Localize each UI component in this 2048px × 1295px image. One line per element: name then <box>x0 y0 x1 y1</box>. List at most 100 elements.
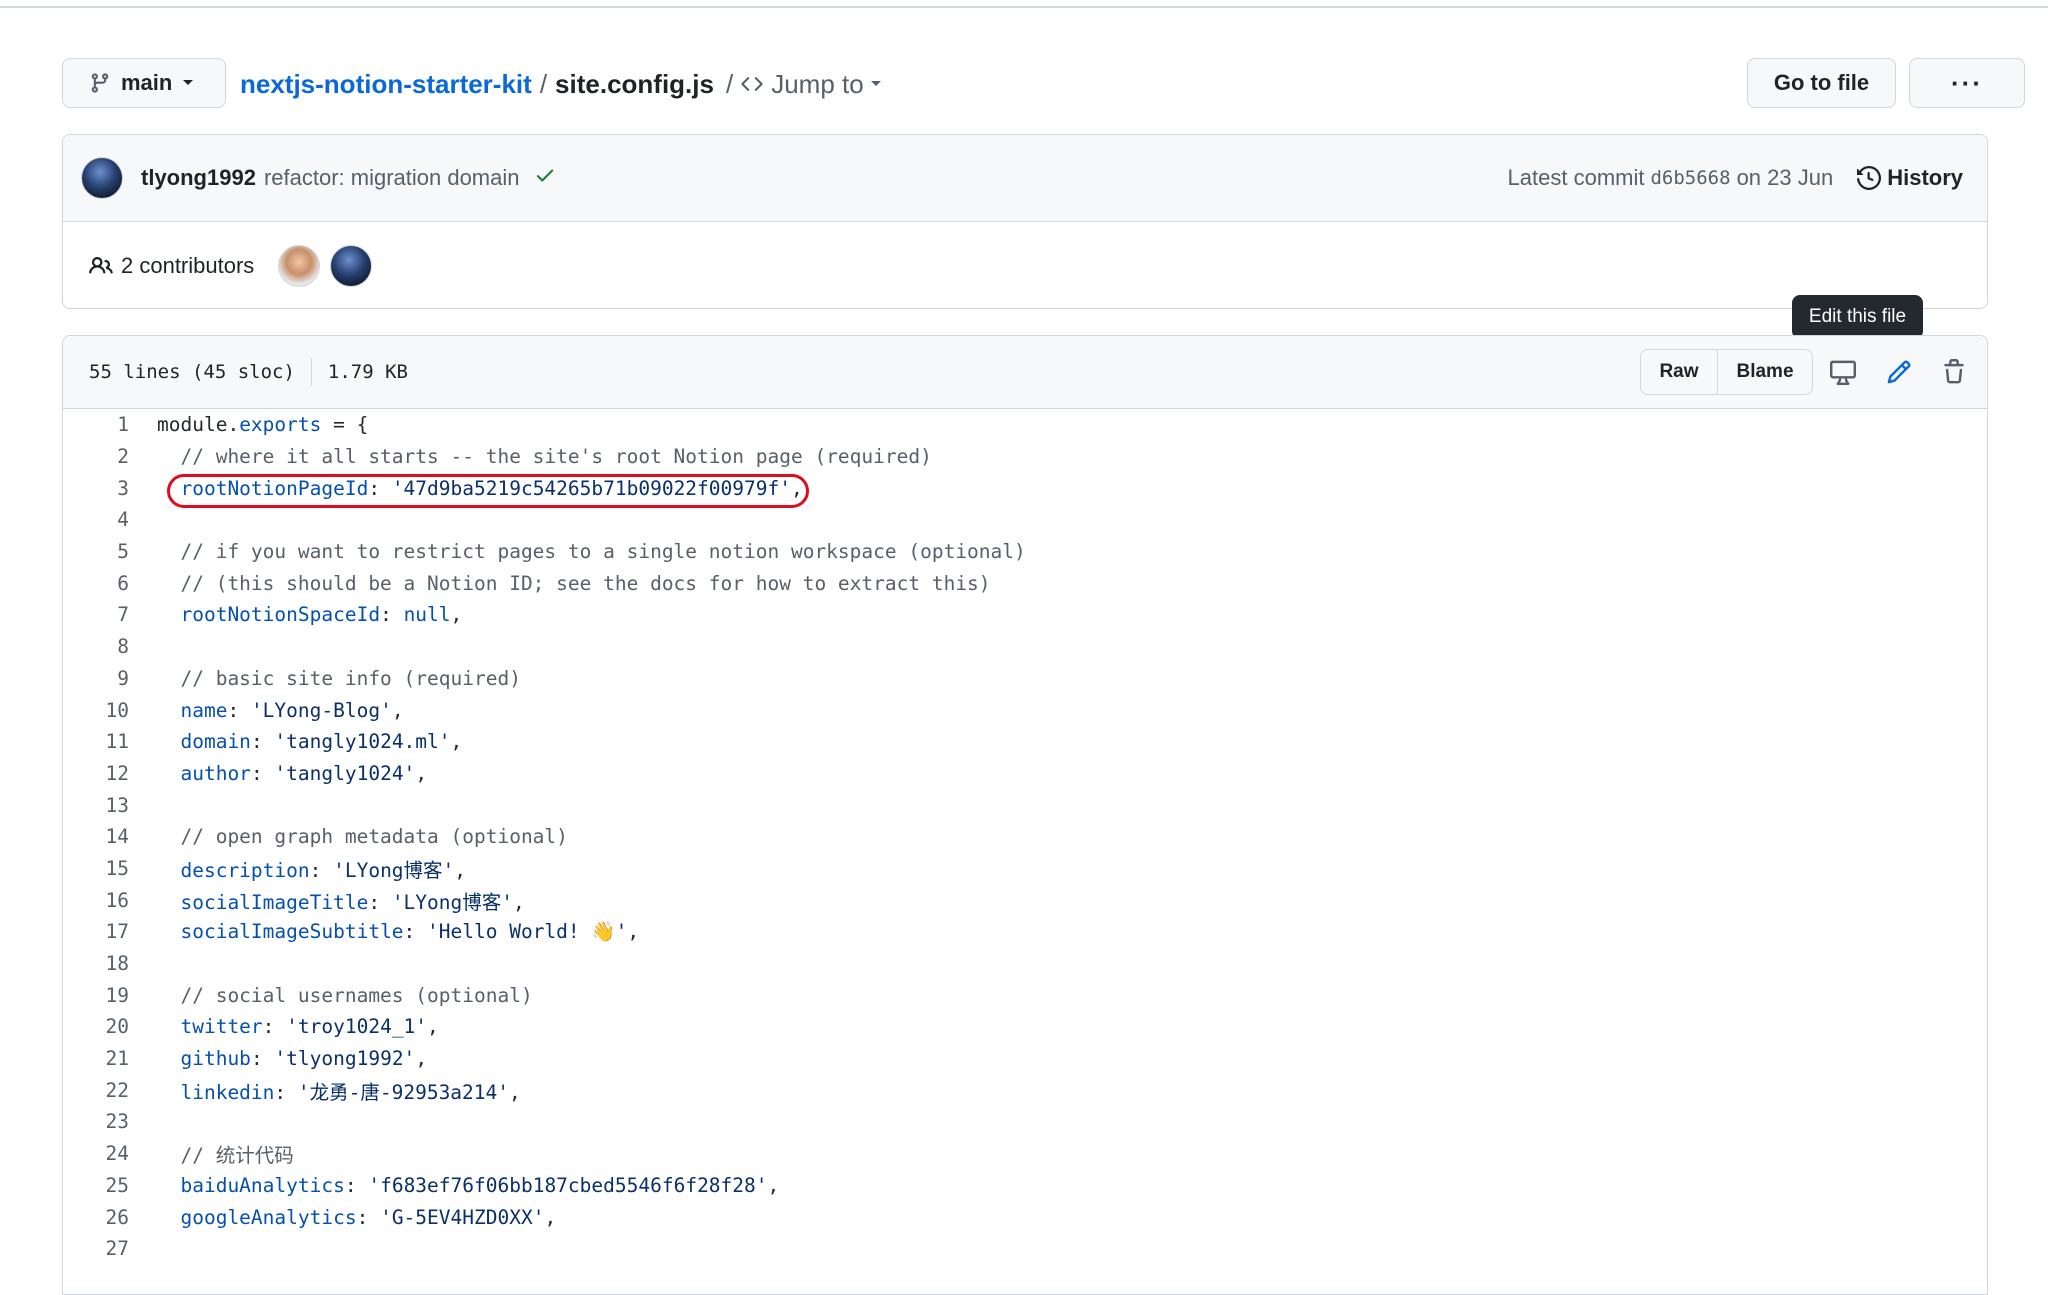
trash-icon[interactable] <box>1938 356 1970 388</box>
code-line[interactable]: 23 <box>63 1106 1987 1138</box>
code-token: rootNotionSpaceId <box>180 603 381 627</box>
line-number[interactable]: 27 <box>63 1237 157 1260</box>
code-line[interactable]: 9 // basic site info (required) <box>63 663 1987 695</box>
raw-button[interactable]: Raw <box>1641 350 1718 394</box>
line-number[interactable]: 13 <box>63 794 157 817</box>
line-number[interactable]: 24 <box>63 1142 157 1165</box>
blame-button[interactable]: Blame <box>1718 350 1812 394</box>
contributors-count[interactable]: 2 contributors <box>121 253 254 279</box>
line-number[interactable]: 17 <box>63 920 157 943</box>
commit-author[interactable]: tlyong1992 <box>141 165 256 191</box>
code-view[interactable]: 1 module.exports = {2 // where it all sta… <box>63 409 1987 1265</box>
author-avatar[interactable] <box>81 157 123 199</box>
code-line[interactable]: 15 description: 'LYong博客', <box>63 853 1987 885</box>
branch-selector-button[interactable]: main <box>62 58 226 108</box>
line-source: linkedin: '龙勇-唐-92953a214', <box>157 1076 520 1105</box>
code-token: exports <box>239 413 322 437</box>
line-number[interactable]: 25 <box>63 1174 157 1197</box>
code-line[interactable]: 22 linkedin: '龙勇-唐-92953a214', <box>63 1074 1987 1106</box>
check-icon[interactable] <box>534 164 556 193</box>
line-number[interactable]: 12 <box>63 762 157 785</box>
code-line[interactable]: 20 twitter: 'troy1024_1', <box>63 1011 1987 1043</box>
code-line[interactable]: 8 <box>63 631 1987 663</box>
line-number[interactable]: 10 <box>63 699 157 722</box>
line-number[interactable]: 8 <box>63 635 157 658</box>
code-line[interactable]: 12 author: 'tangly1024', <box>63 758 1987 790</box>
line-number[interactable]: 19 <box>63 984 157 1007</box>
code-token: author <box>180 761 251 785</box>
pencil-icon[interactable] <box>1883 356 1915 388</box>
contributor-avatar[interactable] <box>278 245 321 287</box>
line-source: socialImageTitle: 'LYong博客', <box>157 886 524 915</box>
line-number[interactable]: 7 <box>63 603 157 626</box>
line-number[interactable]: 15 <box>63 857 157 880</box>
code-line[interactable]: 18 <box>63 948 1987 980</box>
code-line[interactable]: 5 // if you want to restrict pages to a … <box>63 536 1987 568</box>
code-token: : <box>403 920 428 944</box>
code-line[interactable]: 11 domain: 'tangly1024.ml', <box>63 726 1987 758</box>
code-line[interactable]: 13 <box>63 789 1987 821</box>
line-number[interactable]: 20 <box>63 1015 157 1038</box>
line-number[interactable]: 14 <box>63 825 157 848</box>
code-token: : <box>368 890 392 914</box>
line-number[interactable]: 1 <box>63 413 157 436</box>
code-line[interactable]: 2 // where it all starts -- the site's r… <box>63 441 1987 473</box>
code-line[interactable]: 19 // social usernames (optional) <box>63 979 1987 1011</box>
line-number[interactable]: 21 <box>63 1047 157 1070</box>
line-number[interactable]: 2 <box>63 445 157 468</box>
code-line[interactable]: 4 <box>63 504 1987 536</box>
code-line[interactable]: 25 baiduAnalytics: 'f683ef76f06bb187cbed… <box>63 1170 1987 1202</box>
desktop-icon[interactable] <box>1827 356 1859 388</box>
line-number[interactable]: 22 <box>63 1079 157 1102</box>
line-number[interactable]: 26 <box>63 1206 157 1229</box>
code-token: 'LYong-Blog' <box>250 698 392 722</box>
code-line[interactable]: 21 github: 'tlyong1992', <box>63 1043 1987 1075</box>
code-token: : <box>227 698 251 722</box>
contributor-avatar[interactable] <box>330 245 373 287</box>
code-line[interactable]: 27 <box>63 1233 1987 1265</box>
commit-message[interactable]: refactor: migration domain <box>264 165 520 191</box>
code-token: : <box>274 1080 298 1104</box>
code-line[interactable]: 14 // open graph metadata (optional) <box>63 821 1987 853</box>
code-token: 'troy1024_1' <box>286 1015 428 1039</box>
code-line[interactable]: 24 // 统计代码 <box>63 1138 1987 1170</box>
commit-date: on 23 Jun <box>1736 165 1834 190</box>
line-number[interactable]: 16 <box>63 889 157 912</box>
code-token: // (this should be a Notion ID; see the … <box>157 571 991 595</box>
code-token: 'tlyong1992' <box>274 1047 416 1071</box>
line-number[interactable]: 9 <box>63 667 157 690</box>
line-number[interactable]: 5 <box>63 540 157 563</box>
line-source: // open graph metadata (optional) <box>157 825 568 849</box>
line-number[interactable]: 18 <box>63 952 157 975</box>
line-source: // social usernames (optional) <box>157 984 532 1007</box>
go-to-file-button[interactable]: Go to file <box>1747 58 1896 108</box>
code-line[interactable]: 6 // (this should be a Notion ID; see th… <box>63 567 1987 599</box>
code-token: // open graph metadata (optional) <box>157 825 568 849</box>
jump-to-label: Jump to <box>771 68 864 99</box>
line-number[interactable]: 6 <box>63 572 157 595</box>
code-line[interactable]: 26 googleAnalytics: 'G-5EV4HZD0XX', <box>63 1201 1987 1233</box>
jump-to-button[interactable]: Jump to <box>739 69 882 100</box>
line-number[interactable]: 4 <box>63 508 157 531</box>
code-token: // basic site info (required) <box>157 666 521 690</box>
code-token: : <box>356 1205 381 1229</box>
commit-sha[interactable]: d6b5668 <box>1650 167 1730 189</box>
line-source: baiduAnalytics: 'f683ef76f06bb187cbed554… <box>157 1174 779 1197</box>
line-number[interactable]: 23 <box>63 1110 157 1133</box>
code-token: 'f683ef76f06bb187cbed5546f6f28f28' <box>368 1173 768 1197</box>
more-options-button[interactable]: ··· <box>1909 58 2025 108</box>
repo-link[interactable]: nextjs-notion-starter-kit <box>240 69 532 100</box>
code-line[interactable]: 17 socialImageSubtitle: 'Hello World! 👋'… <box>63 916 1987 948</box>
raw-blame-group: Raw Blame <box>1640 349 1813 395</box>
line-number[interactable]: 3 <box>63 477 157 500</box>
code-line[interactable]: 10 name: 'LYong-Blog', <box>63 694 1987 726</box>
history-link[interactable]: History <box>1857 165 1963 191</box>
code-line[interactable]: 7 rootNotionSpaceId: null, <box>63 599 1987 631</box>
code-line[interactable]: 1 module.exports = { <box>63 409 1987 441</box>
line-number[interactable]: 11 <box>63 730 157 753</box>
code-line[interactable]: 16 socialImageTitle: 'LYong博客', <box>63 884 1987 916</box>
